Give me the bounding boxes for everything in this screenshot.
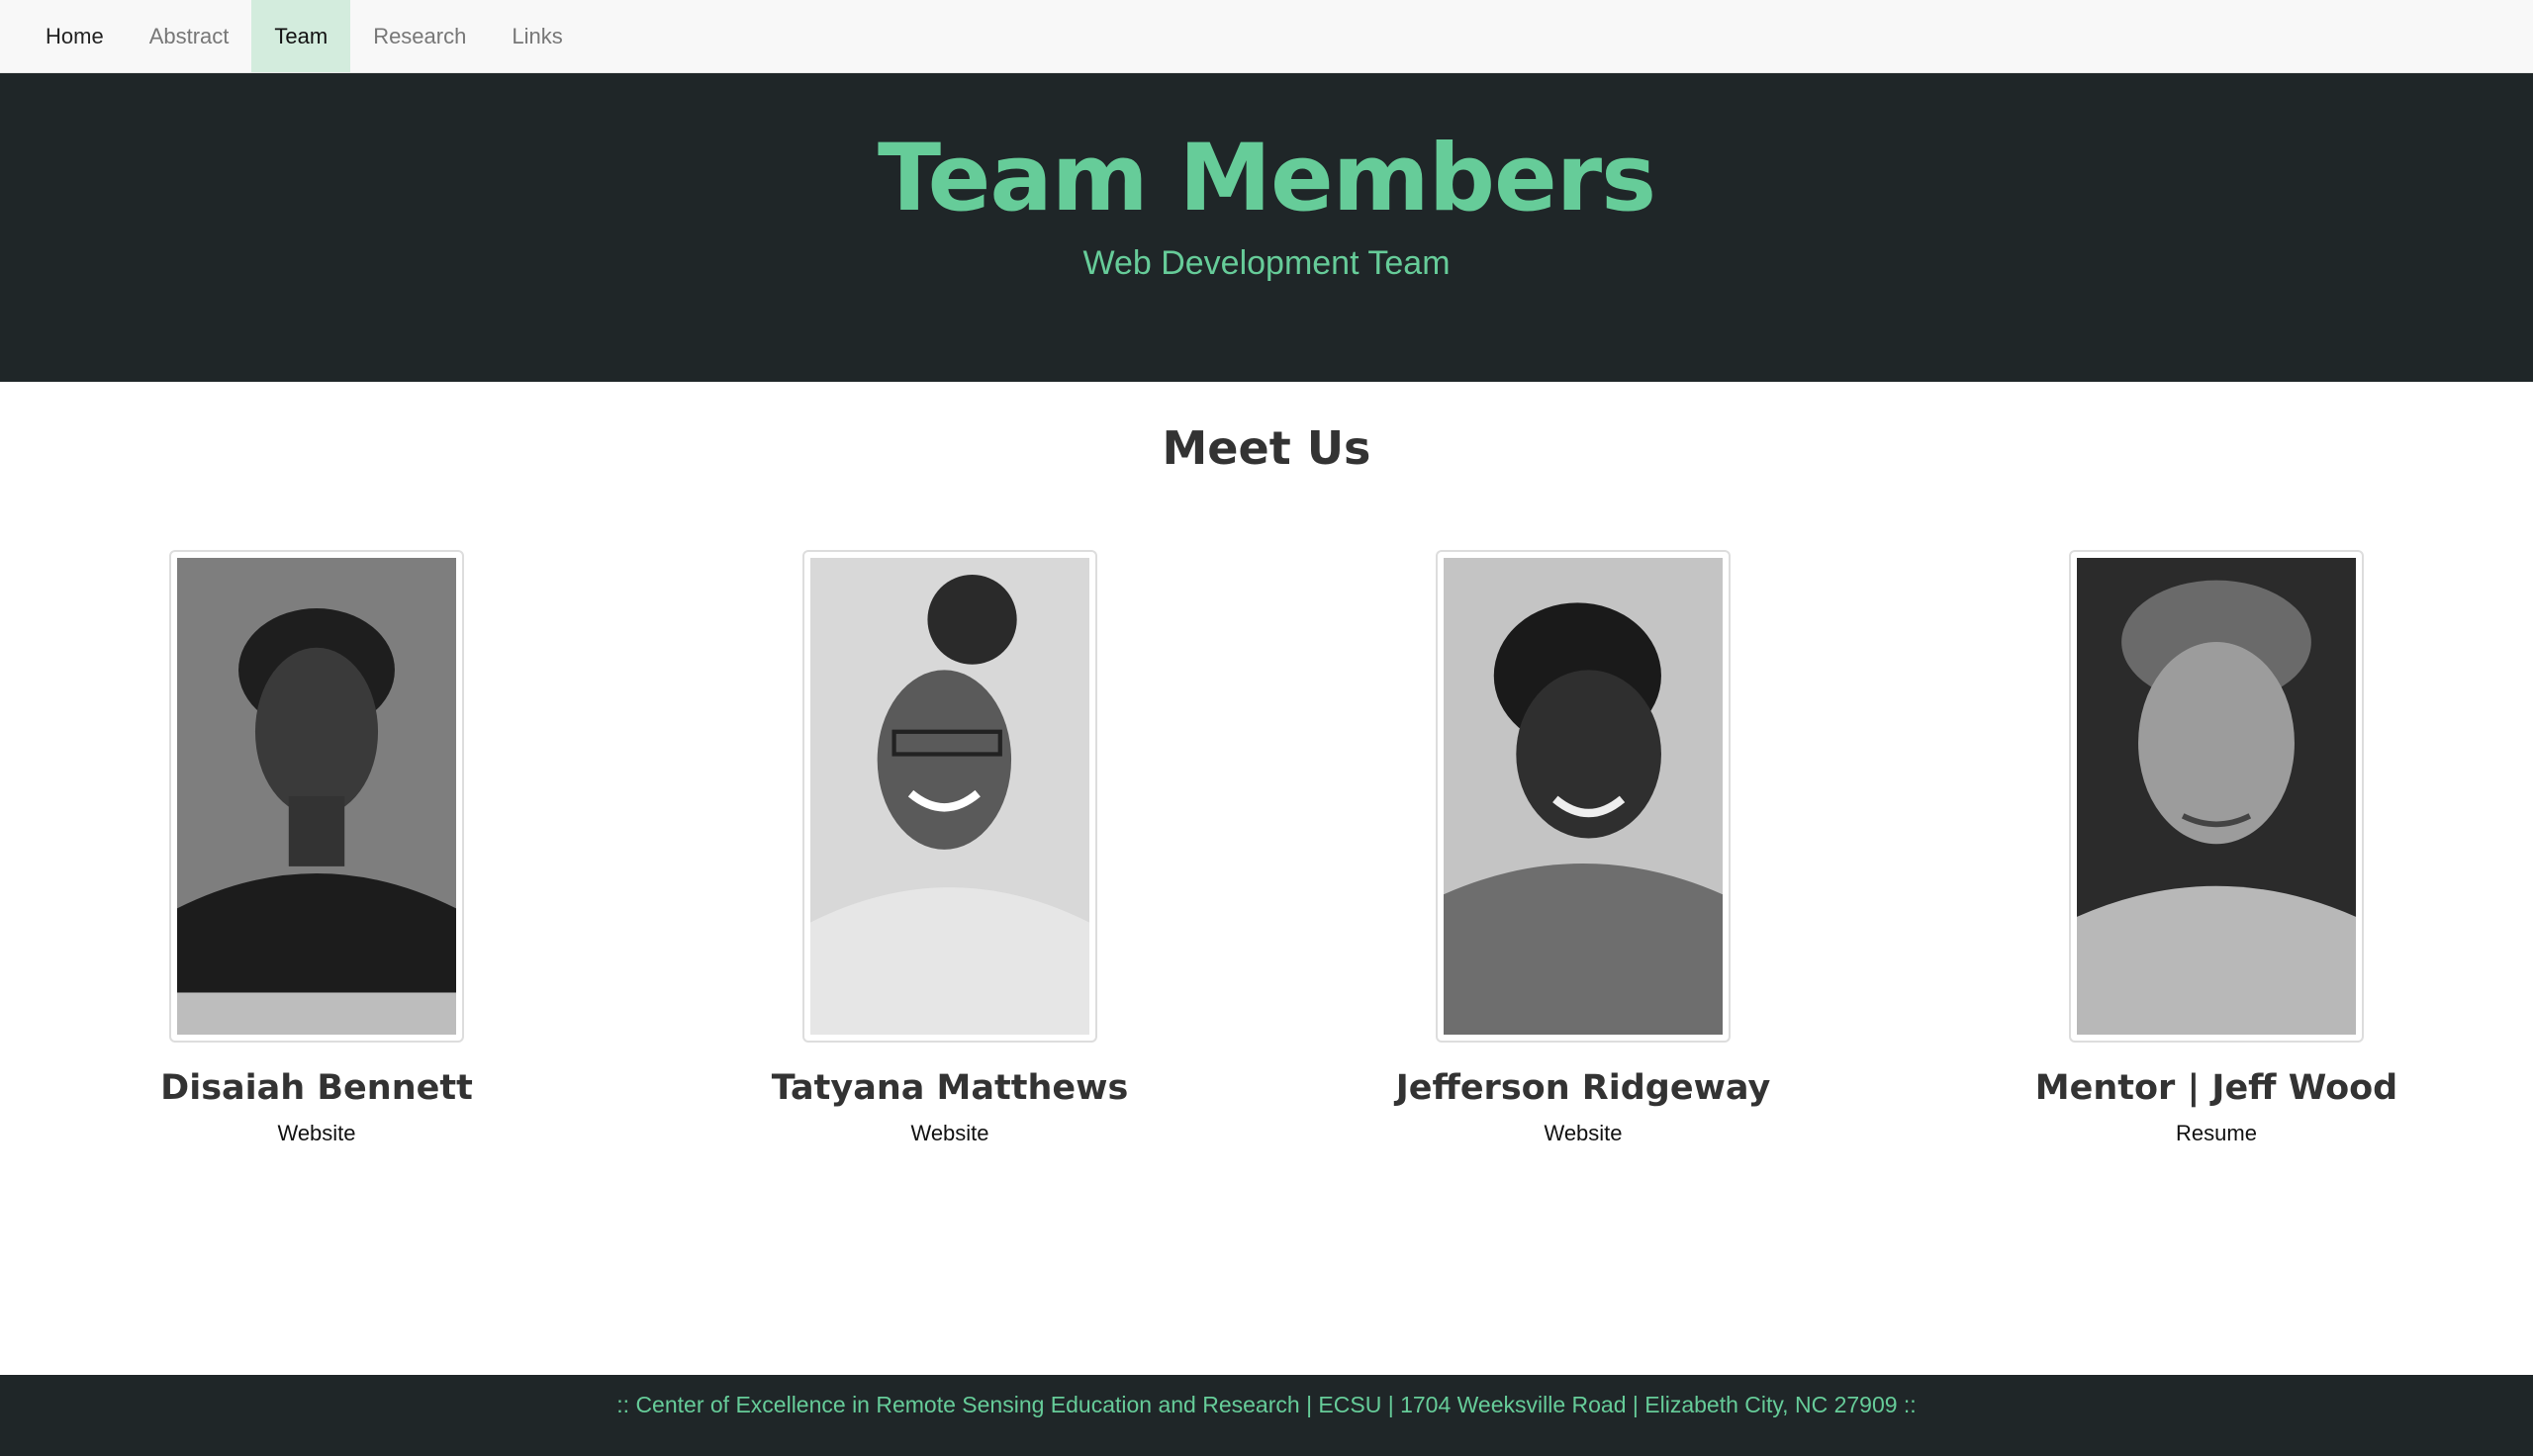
page-title: Team Members <box>877 125 1656 232</box>
member-photo <box>2077 558 2356 1035</box>
nav-item-home[interactable]: Home <box>23 0 127 72</box>
member-photo <box>177 558 456 1035</box>
team-member-card: Mentor | Jeff Wood Resume <box>2018 550 2414 1147</box>
member-photo-frame <box>2069 550 2364 1043</box>
footer-text: :: Center of Excellence in Remote Sensin… <box>616 1392 1917 1417</box>
nav-menu: Home Abstract Team Research Links <box>23 0 586 72</box>
nav-item-research[interactable]: Research <box>350 0 489 72</box>
member-name: Jefferson Ridgeway <box>1395 1068 1771 1108</box>
section-title: Meet Us <box>1162 421 1371 475</box>
member-photo <box>1444 558 1723 1035</box>
member-photo-frame <box>1436 550 1731 1043</box>
nav-item-abstract[interactable]: Abstract <box>127 0 252 72</box>
nav-item-team[interactable]: Team <box>251 0 351 72</box>
member-resume-link[interactable]: Resume <box>2018 1120 2414 1147</box>
member-name: Mentor | Jeff Wood <box>2034 1068 2398 1108</box>
member-website-link[interactable]: Website <box>119 1120 515 1147</box>
member-photo-frame <box>802 550 1097 1043</box>
member-photo-frame <box>169 550 464 1043</box>
nav-item-links[interactable]: Links <box>489 0 585 72</box>
hero-banner: Team Members Web Development Team <box>0 73 2533 382</box>
team-member-card: Disaiah Bennett Website <box>119 550 515 1147</box>
top-navbar: Home Abstract Team Research Links <box>0 0 2533 73</box>
page-subtitle: Web Development Team <box>1082 244 1451 282</box>
member-website-link[interactable]: Website <box>752 1120 1148 1147</box>
member-website-link[interactable]: Website <box>1385 1120 1781 1147</box>
page-footer: :: Center of Excellence in Remote Sensin… <box>0 1375 2533 1456</box>
member-photo <box>810 558 1089 1035</box>
team-member-card: Jefferson Ridgeway Website <box>1385 550 1781 1147</box>
member-name: Tatyana Matthews <box>771 1068 1129 1108</box>
member-name: Disaiah Bennett <box>160 1068 473 1108</box>
team-member-card: Tatyana Matthews Website <box>752 550 1148 1147</box>
